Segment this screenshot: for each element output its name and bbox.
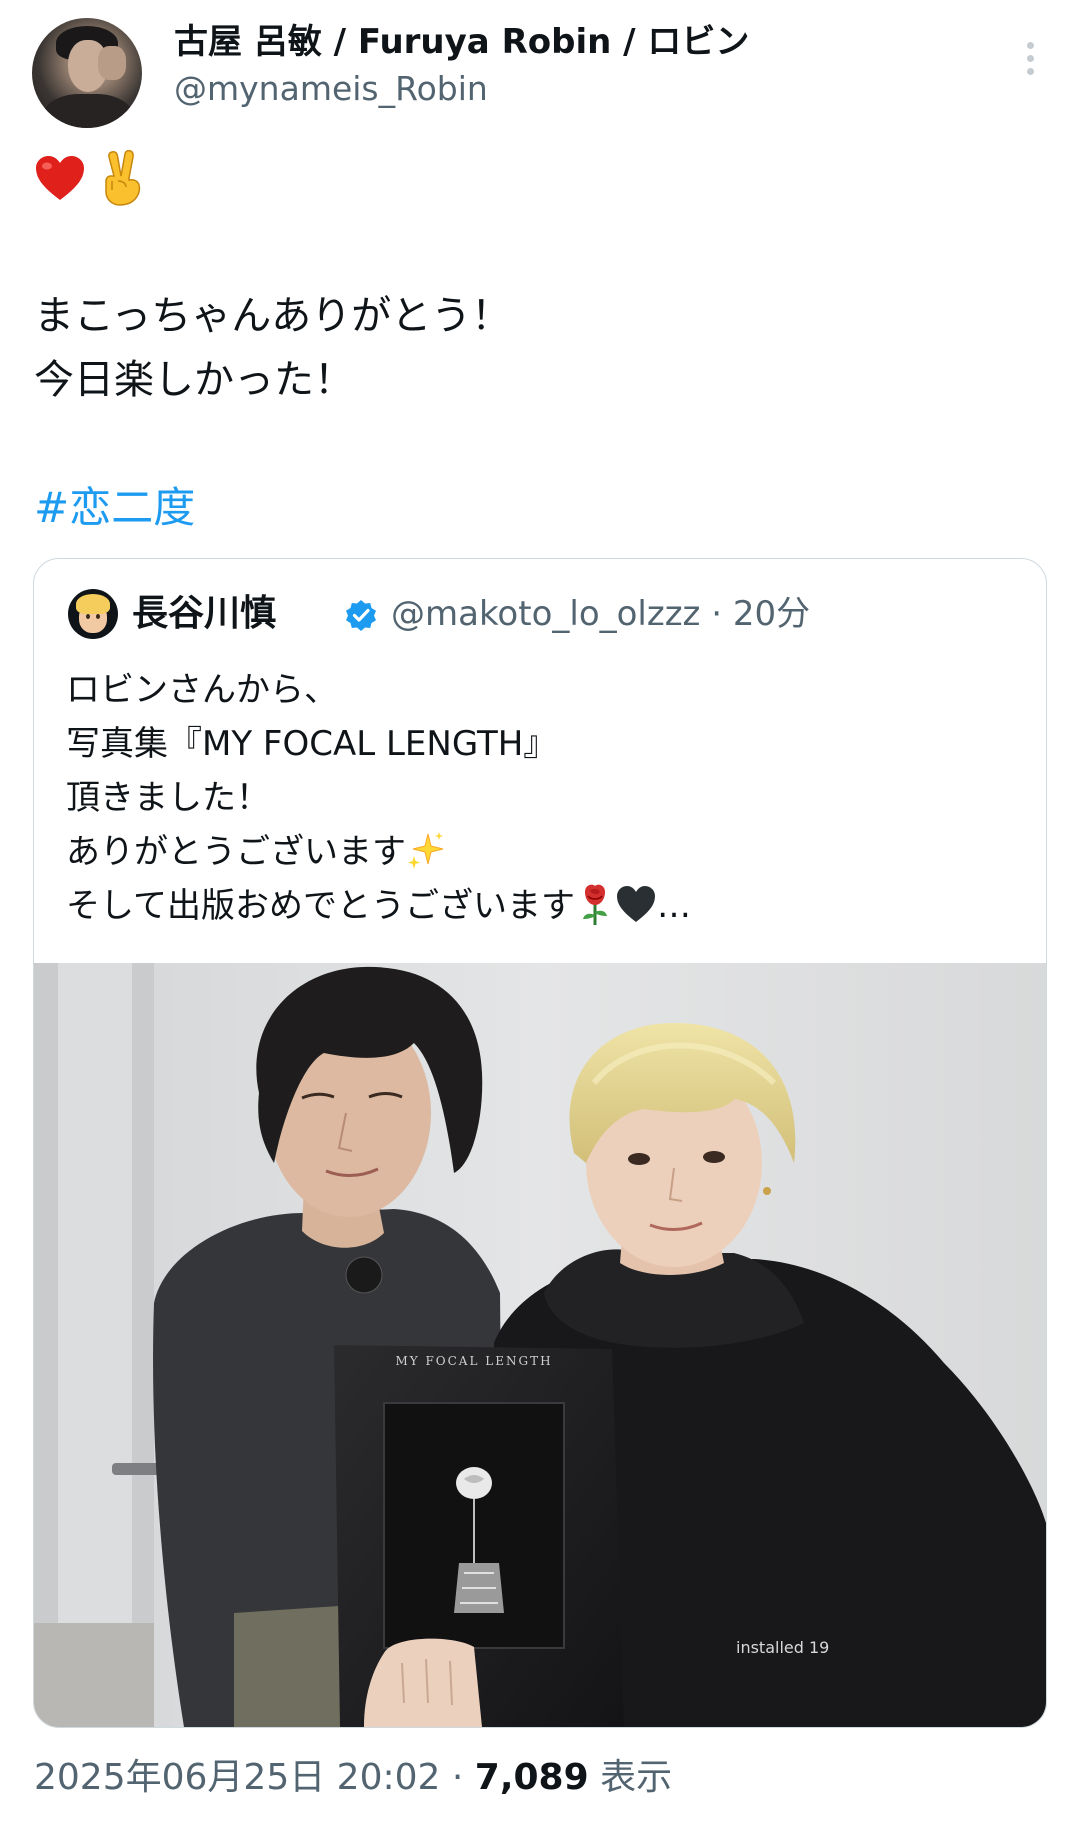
author-display-name[interactable]: 古屋 呂敏 / Furuya Robin / ロビン bbox=[174, 18, 749, 66]
quoted-text-ellipsis: … bbox=[656, 886, 691, 926]
sparkles-icon bbox=[408, 831, 444, 869]
hoodie-print: installed 19 bbox=[736, 1638, 829, 1657]
red-heart-icon bbox=[36, 156, 84, 200]
quoted-text-line-3: 頂きました！ bbox=[66, 778, 270, 818]
victory-hand-icon bbox=[105, 149, 141, 206]
quoted-text-line-5-text: そして出版おめでとうございます bbox=[66, 886, 575, 926]
tweet-header: 古屋 呂敏 / Furuya Robin / ロビン @mynameis_Rob… bbox=[32, 18, 1048, 128]
quoted-author-avatar bbox=[68, 589, 118, 639]
author-handle[interactable]: @mynameis_Robin bbox=[174, 66, 749, 112]
quoted-text-line-4: ありがとうございます bbox=[66, 825, 446, 879]
footer-separator: · bbox=[440, 1757, 475, 1798]
quoted-tweet-time: · 20分 bbox=[711, 594, 811, 634]
views-label: 表示 bbox=[588, 1757, 673, 1798]
hashtag-link[interactable]: #恋二度 bbox=[34, 478, 195, 538]
tweet-text-line-1: まこっちゃんありがとう！ bbox=[34, 293, 512, 339]
rose-icon bbox=[582, 884, 607, 925]
quoted-text-line-4-text: ありがとうございます bbox=[66, 832, 406, 872]
photo-image: installed 19 MY FOCAL LENGTH bbox=[34, 963, 1046, 1727]
verified-badge-icon bbox=[346, 600, 376, 631]
tweet-footer: 2025年06月25日 20:02 · 7,089 表示 bbox=[34, 1753, 672, 1803]
tweet-date[interactable]: 2025年06月25日 20:02 bbox=[34, 1757, 440, 1798]
quoted-author-handle: @makoto_lo_olzzz bbox=[391, 594, 701, 634]
quoted-text-line-1: ロビンさんから、 bbox=[66, 670, 338, 710]
author-names: 古屋 呂敏 / Furuya Robin / ロビン @mynameis_Rob… bbox=[174, 18, 749, 112]
book-title: MY FOCAL LENGTH bbox=[395, 1354, 552, 1368]
more-options-icon[interactable] bbox=[1020, 42, 1040, 82]
quoted-author-display-name: 長谷川慎 bbox=[132, 593, 277, 634]
black-heart-icon bbox=[616, 885, 655, 922]
author-avatar[interactable] bbox=[32, 18, 142, 128]
tweet-text-line-2: 今日楽しかった！ bbox=[34, 357, 354, 403]
quoted-text-line-2: 写真集『MY FOCAL LENGTH』 bbox=[66, 724, 558, 764]
views-count: 7,089 bbox=[474, 1757, 589, 1798]
quoted-text-line-5: そして出版おめでとうございます … bbox=[66, 879, 691, 933]
tweet: 古屋 呂敏 / Furuya Robin / ロビン @mynameis_Rob… bbox=[0, 0, 1080, 1828]
quoted-tweet[interactable]: 長谷川慎 @makoto_lo_olzzz · 20分 ロビンさんから、 写真集… bbox=[33, 558, 1047, 1728]
quoted-author-meta: @makoto_lo_olzzz · 20分 bbox=[391, 589, 810, 639]
quoted-tweet-photo[interactable]: installed 19 MY FOCAL LENGTH bbox=[34, 963, 1046, 1727]
